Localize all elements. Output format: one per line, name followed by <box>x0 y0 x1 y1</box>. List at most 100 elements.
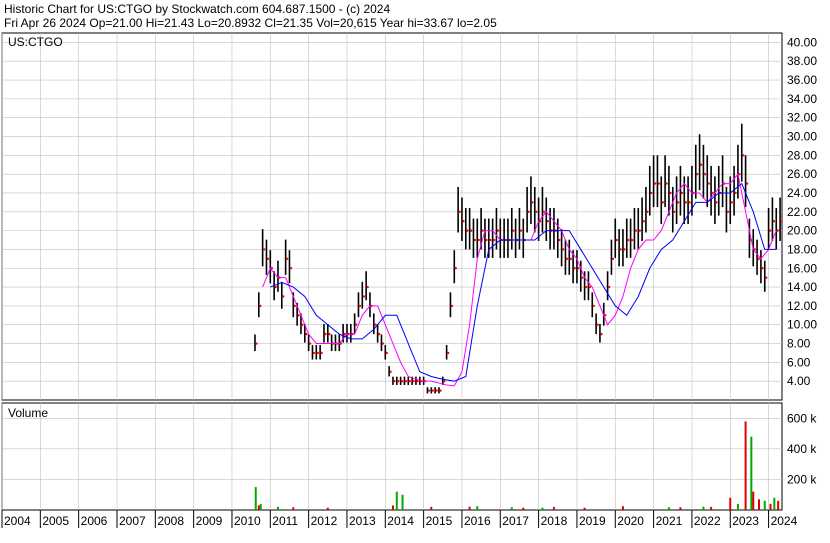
close-dot <box>761 267 764 270</box>
price-tick-label: 36.00 <box>787 73 817 87</box>
year-tick-label: 2010 <box>234 514 261 528</box>
volume-axis-ticks: 600 k 400 k 200 k <box>787 411 817 486</box>
year-tick-label: 2017 <box>502 514 529 528</box>
close-dot <box>627 238 630 242</box>
close-dot <box>676 201 680 204</box>
close-dot <box>400 379 404 383</box>
close-dot <box>669 191 672 195</box>
volume-panel-label: Volume <box>8 406 48 420</box>
close-dot <box>596 323 599 326</box>
close-dot <box>374 323 377 326</box>
close-dot <box>745 182 749 185</box>
volume-bars <box>254 421 780 510</box>
price-axis-ticks: 40.00 38.00 36.00 34.00 32.00 30.00 28.00 26.00… <box>787 35 817 388</box>
price-tick-label: 40.00 <box>787 35 817 49</box>
close-dot <box>519 229 523 232</box>
year-tick-label: 2011 <box>272 514 298 528</box>
year-tick-label: 2005 <box>42 514 69 528</box>
close-dot <box>512 229 515 232</box>
close-dot <box>772 220 776 223</box>
close-dot <box>412 379 415 383</box>
close-dot <box>715 201 718 204</box>
close-dot <box>673 210 676 213</box>
close-dot <box>765 276 768 279</box>
close-dot <box>255 342 258 345</box>
close-dot <box>642 220 645 223</box>
close-dot <box>305 332 308 336</box>
close-dot <box>446 351 450 355</box>
gridlines <box>1 33 782 510</box>
price-tick-label: 30.00 <box>787 130 817 144</box>
close-dot <box>661 201 664 204</box>
volume-tick-label: 200 k <box>787 472 817 486</box>
year-tick-label: 2019 <box>579 514 606 528</box>
year-tick-label: 2007 <box>119 514 146 528</box>
close-dot <box>397 379 400 383</box>
close-dot <box>266 257 270 261</box>
close-dot <box>757 257 760 261</box>
price-tick-label: 20.00 <box>787 224 817 238</box>
close-dot <box>584 285 588 289</box>
close-dot <box>646 210 649 213</box>
close-dot <box>393 379 396 383</box>
volume-panel-frame <box>1 402 783 511</box>
close-dot <box>274 285 277 289</box>
price-tick-label: 28.00 <box>787 148 817 162</box>
year-tick-label: 2016 <box>464 514 491 528</box>
close-dot <box>650 191 653 195</box>
close-dot <box>780 220 783 223</box>
year-tick-label: 2012 <box>311 514 338 528</box>
price-tick-label: 6.00 <box>787 355 811 369</box>
close-dot <box>469 229 473 232</box>
close-dot <box>734 191 737 195</box>
close-dot <box>561 248 565 251</box>
close-dot <box>496 229 500 232</box>
close-dot <box>389 370 392 373</box>
close-dot <box>462 220 465 223</box>
close-dot <box>653 182 657 185</box>
price-volume-chart: 40.00 38.00 36.00 34.00 32.00 30.00 28.00 26.00… <box>1 32 817 528</box>
price-tick-label: 22.00 <box>787 205 817 219</box>
close-dot <box>377 332 381 336</box>
close-dot <box>611 257 615 261</box>
year-tick-label: 2015 <box>426 514 453 528</box>
close-dot <box>546 220 549 223</box>
close-dot <box>638 229 641 232</box>
close-dot <box>466 229 469 232</box>
volume-tick-label: 400 k <box>787 442 817 456</box>
close-dot <box>607 285 611 289</box>
close-dot <box>316 351 319 355</box>
price-tick-label: 26.00 <box>787 167 817 181</box>
close-dot <box>489 238 492 242</box>
year-tick-label: 2008 <box>157 514 184 528</box>
close-dot <box>558 238 561 242</box>
close-dot <box>742 154 745 157</box>
price-tick-label: 18.00 <box>787 242 817 256</box>
year-tick-label: 2009 <box>196 514 223 528</box>
volume-tick-label: 600 k <box>787 411 817 425</box>
close-dot <box>707 182 710 185</box>
year-tick-label: 2004 <box>4 514 31 528</box>
close-dot <box>630 238 634 242</box>
close-dot <box>431 389 434 392</box>
close-dot <box>320 351 323 355</box>
close-dot <box>569 257 572 261</box>
long-moving-average-line <box>270 182 777 382</box>
close-dot <box>542 210 546 213</box>
close-dot <box>259 304 262 308</box>
close-dot <box>615 238 618 242</box>
close-dot <box>665 182 668 185</box>
close-dot <box>492 238 496 242</box>
close-dot <box>711 191 714 195</box>
close-dot <box>776 229 779 232</box>
close-dot <box>688 201 691 204</box>
year-tick-label: 2020 <box>617 514 644 528</box>
price-tick-label: 14.00 <box>787 280 817 294</box>
close-dot <box>408 379 411 383</box>
close-dot <box>343 332 346 336</box>
close-dot <box>262 248 266 251</box>
price-tick-label: 24.00 <box>787 186 817 200</box>
close-dot <box>581 276 584 279</box>
close-dot <box>385 351 388 355</box>
close-dot <box>354 323 358 326</box>
